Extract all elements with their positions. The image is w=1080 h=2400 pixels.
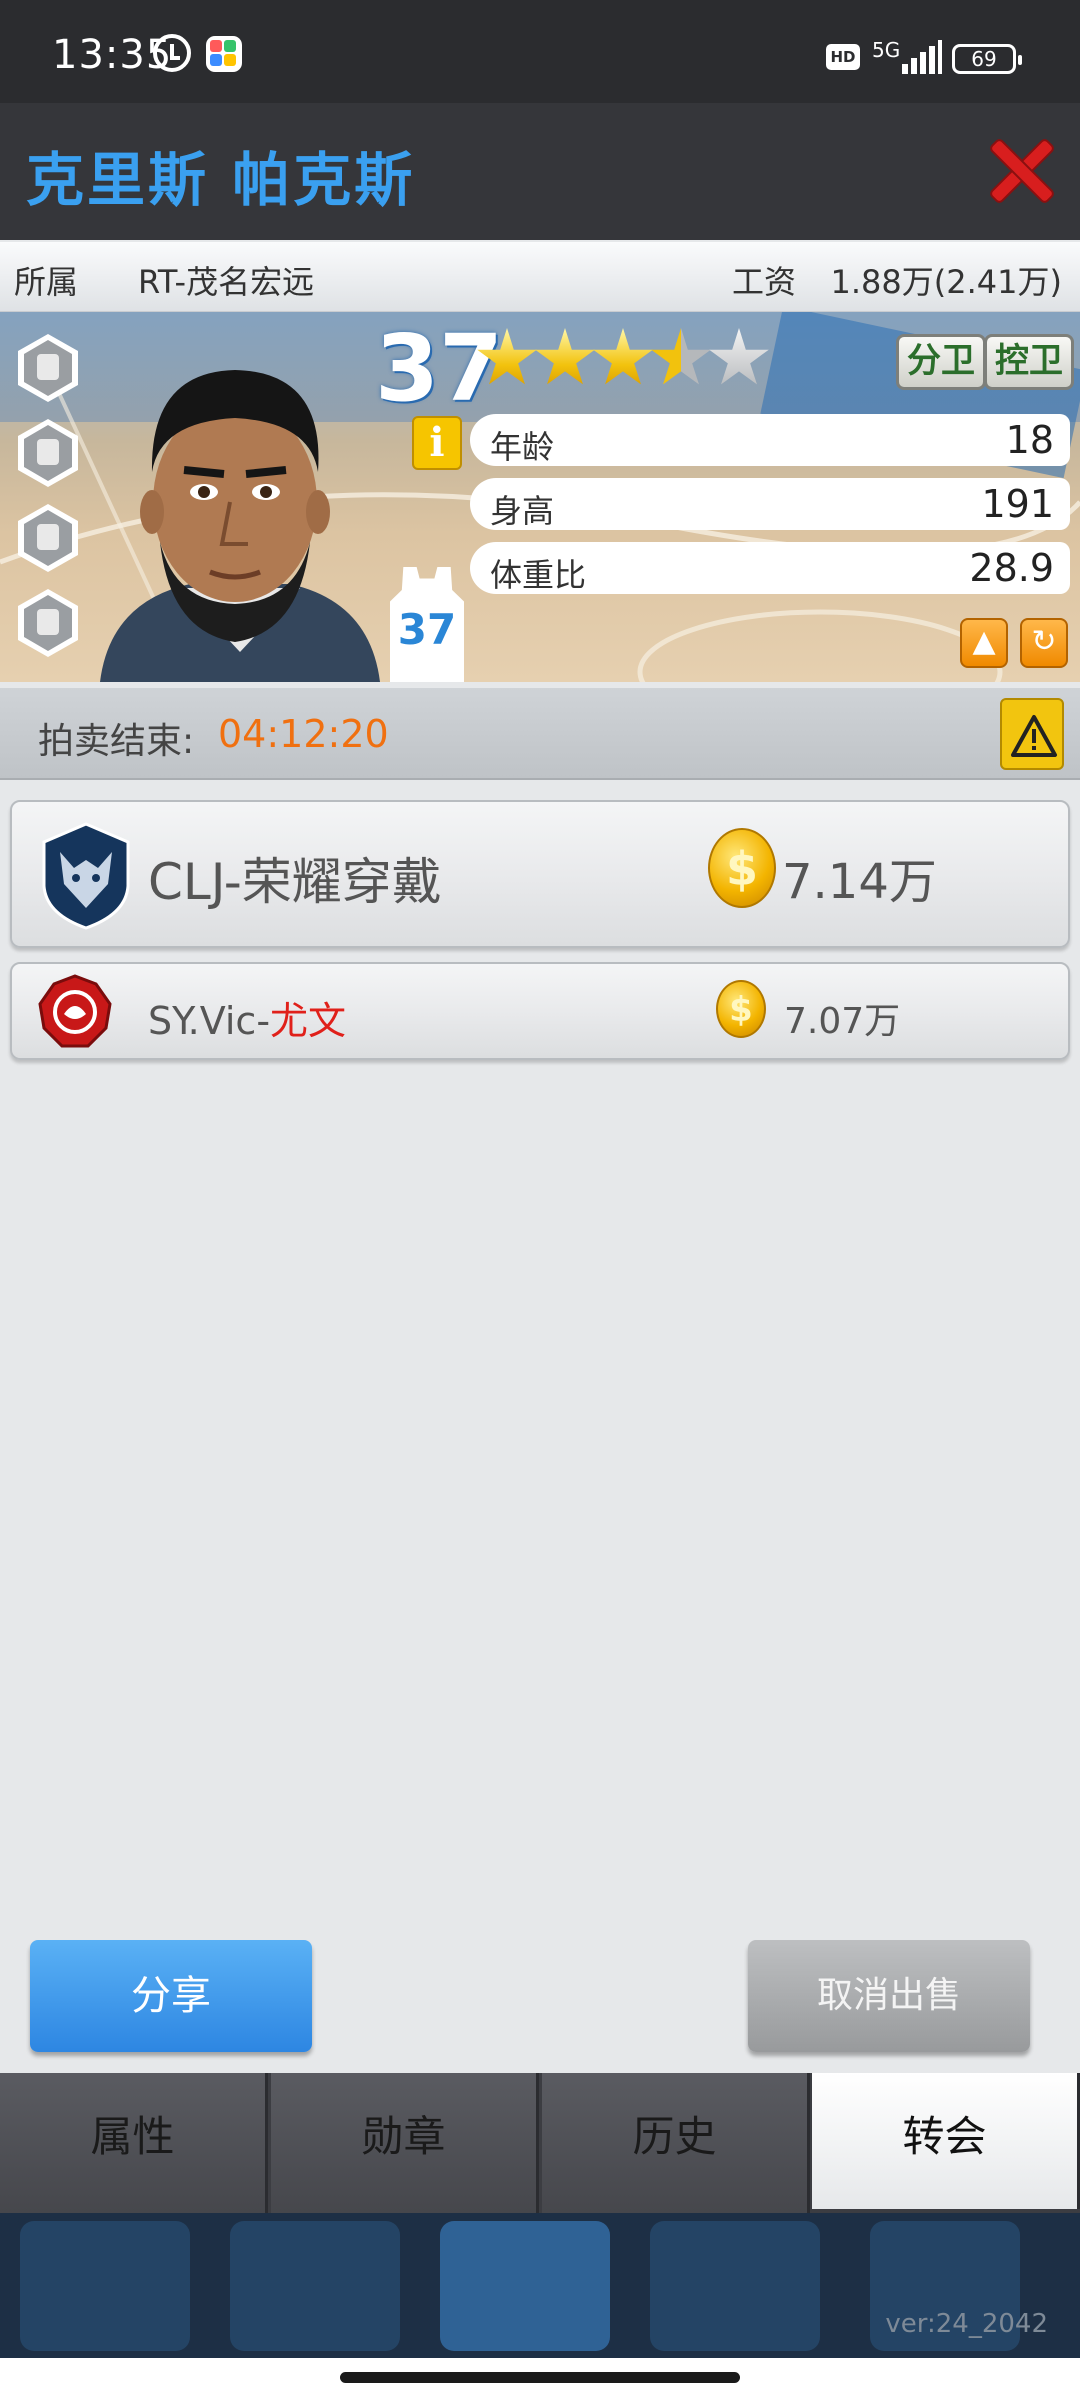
jersey-number: 37: [397, 605, 457, 654]
bid-row[interactable]: SY.Vic-尤文 $ 7.07万: [10, 962, 1070, 1060]
stat-label: 年龄: [490, 428, 555, 466]
bidder-team-prefix: SY.Vic-: [148, 999, 271, 1043]
nav-star-icon[interactable]: [20, 2221, 190, 2351]
bid-row[interactable]: CLJ-荣耀穿戴 $ 7.14万: [10, 800, 1070, 948]
bidder-team: CLJ-荣耀穿戴: [148, 853, 442, 911]
nav-team-icon[interactable]: [650, 2221, 820, 2351]
auction-timer: 04:12:20: [218, 712, 389, 756]
bottom-navigation: ver:24_2042: [0, 2213, 1080, 2358]
hd-icon: HD: [826, 44, 860, 70]
bidder-team: SY.Vic-尤文: [148, 990, 346, 1045]
salary-label: 工资: [732, 263, 797, 301]
position-badge: 分卫: [896, 334, 986, 390]
player-card: 37 分卫 控卫 i 年龄 18 身高 191 体重比 28.9 37 ▲ ↻: [0, 312, 1080, 682]
auction-bar: 拍卖结束: 04:12:20: [0, 688, 1080, 780]
stat-label: 体重比: [490, 556, 587, 594]
dragon-team-logo: [38, 974, 112, 1048]
stat-value: 28.9: [969, 546, 1054, 590]
battery-icon: 69: [952, 44, 1022, 74]
home-indicator[interactable]: [340, 2372, 740, 2383]
player-avatar: [100, 370, 380, 682]
share-button[interactable]: 分享: [30, 1940, 312, 2052]
auction-end-label: 拍卖结束:: [38, 721, 195, 762]
nav-center-icon[interactable]: [440, 2221, 610, 2351]
position-badge: 控卫: [984, 334, 1074, 390]
alarm-icon: [153, 34, 191, 72]
status-bar: 13:35 HD 5G 69: [0, 0, 1080, 103]
tab-bar: 属性 勋章 历史 转会: [0, 2073, 1080, 2213]
bid-amount: 7.07万: [784, 1001, 901, 1042]
team-label: 所属: [14, 263, 79, 301]
player-name: 克里斯 帕克斯: [26, 146, 416, 214]
fire-icon[interactable]: ▲: [960, 618, 1008, 668]
salary-value: 1.88万(2.41万): [830, 263, 1062, 301]
tab-badges[interactable]: 勋章: [271, 2073, 539, 2213]
stat-row-height: 身高 191: [470, 478, 1070, 530]
player-header: 克里斯 帕克斯: [0, 103, 1080, 240]
tab-attributes[interactable]: 属性: [0, 2073, 268, 2213]
cancel-sale-button[interactable]: 取消出售: [748, 1940, 1030, 2052]
team-value: RT-茂名宏远: [138, 263, 315, 301]
nav-yen-icon[interactable]: [230, 2221, 400, 2351]
stat-row-age: 年龄 18: [470, 414, 1070, 466]
team-salary-row: 所属 RT-茂名宏远 工资 1.88万(2.41万): [0, 242, 1080, 312]
stat-value: 191: [981, 482, 1054, 526]
battery-level: 69: [971, 47, 997, 71]
coin-icon: $: [708, 828, 776, 908]
warning-icon[interactable]: [1000, 698, 1064, 770]
player-rating: 37: [375, 315, 504, 422]
app-icon: [206, 36, 242, 72]
bid-amount: 7.14万: [782, 854, 937, 910]
close-icon[interactable]: [986, 135, 1056, 205]
version-label: ver:24_2042: [885, 2309, 1048, 2339]
info-icon[interactable]: i: [412, 416, 462, 470]
tab-transfer[interactable]: 转会: [812, 2073, 1080, 2209]
bidder-team-highlight: 尤文: [270, 999, 347, 1043]
refresh-icon[interactable]: ↻: [1020, 618, 1068, 668]
network-label: 5G: [872, 38, 901, 62]
stat-value: 18: [1005, 418, 1054, 462]
coin-icon: $: [716, 980, 766, 1038]
stat-row-weight-ratio: 体重比 28.9: [470, 542, 1070, 594]
signal-icon: [902, 40, 942, 74]
home-indicator-bar: [0, 2358, 1080, 2400]
stat-label: 身高: [490, 492, 555, 530]
wolf-team-logo: [42, 822, 130, 930]
tab-history[interactable]: 历史: [542, 2073, 810, 2213]
